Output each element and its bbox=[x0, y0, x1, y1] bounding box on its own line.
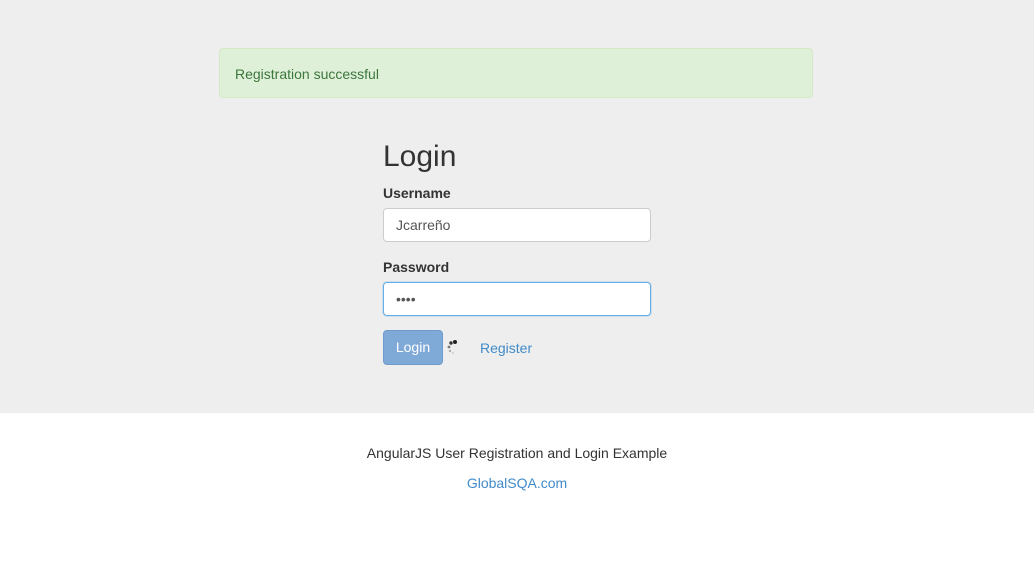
jumbotron: Registration successful Login Username J… bbox=[0, 0, 1034, 413]
footer-link-container: GlobalSQA.com bbox=[0, 475, 1034, 491]
username-label: Username bbox=[383, 185, 451, 201]
login-button[interactable]: Login bbox=[383, 330, 443, 365]
password-label: Password bbox=[383, 259, 450, 275]
success-alert: Registration successful bbox=[219, 48, 813, 98]
page-title: Login bbox=[383, 140, 457, 173]
loading-spinner-icon bbox=[447, 340, 457, 354]
password-field[interactable]: •••• bbox=[383, 282, 651, 316]
footer-text: AngularJS User Registration and Login Ex… bbox=[366, 445, 668, 461]
alert-message: Registration successful bbox=[235, 66, 379, 82]
register-link[interactable]: Register bbox=[480, 340, 532, 356]
username-field[interactable]: Jcarreño bbox=[383, 208, 651, 242]
globalsqa-link[interactable]: GlobalSQA.com bbox=[467, 475, 567, 491]
